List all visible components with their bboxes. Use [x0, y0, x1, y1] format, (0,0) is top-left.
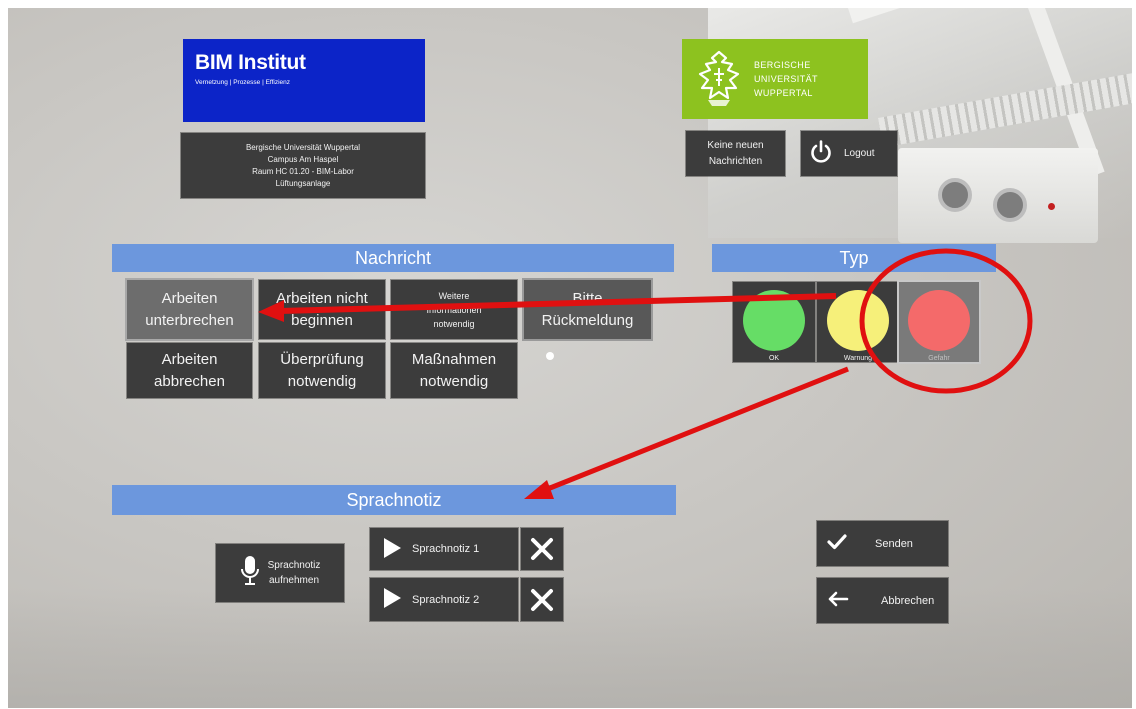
type-label: Gefahr: [928, 355, 950, 362]
voice-note-1-play-button[interactable]: Sprachnotiz 1: [370, 528, 518, 570]
cancel-button[interactable]: Abbrechen: [817, 578, 948, 623]
logout-button[interactable]: Logout: [801, 131, 897, 176]
university-name-line: BERGISCHE: [754, 60, 811, 70]
address-line: Raum HC 01.20 - BIM-Labor: [252, 166, 354, 176]
close-icon: [530, 588, 554, 612]
logout-label: Logout: [844, 148, 875, 159]
record-label: Sprachnotiz aufnehmen: [268, 558, 321, 588]
bim-institut-logo: BIM Institut Vernetzung | Prozesse | Eff…: [183, 39, 425, 122]
button-label: notwendig: [419, 372, 489, 390]
messages-label: Nachrichten: [708, 155, 763, 167]
status-circle-red: [908, 290, 970, 351]
message-button-massnahmen-notwendig[interactable]: Maßnahmen notwendig: [391, 343, 517, 398]
button-label: notwendig: [287, 372, 357, 390]
bim-subtitle: Vernetzung | Prozesse | Effizienz: [195, 79, 291, 86]
button-label: Überprüfung: [280, 350, 364, 368]
button-label: Informationen: [426, 304, 482, 315]
type-option-ok[interactable]: OK: [733, 282, 815, 362]
unit-opening: [938, 178, 972, 212]
arrow-left-icon: [827, 591, 877, 610]
university-name-line: UNIVERSITÄT: [754, 74, 818, 84]
send-label: Senden: [875, 537, 913, 550]
ventilation-unit: [898, 148, 1098, 243]
button-label: abbrechen: [154, 372, 225, 390]
unit-led: [1048, 203, 1055, 210]
button-label: Arbeiten: [161, 289, 218, 307]
play-icon: [382, 587, 412, 612]
message-button-arbeiten-unterbrechen[interactable]: Arbeiten unterbrechen: [127, 280, 252, 339]
message-button-arbeiten-abbrechen[interactable]: Arbeiten abbrechen: [127, 343, 252, 398]
close-icon: [530, 537, 554, 561]
record-label-line: aufnehmen: [268, 575, 320, 586]
sprachnotiz-header: Sprachnotiz: [112, 485, 676, 515]
record-voice-note-button[interactable]: Sprachnotiz aufnehmen: [216, 544, 344, 602]
messages-button[interactable]: Keine neuen Nachrichten: [686, 131, 785, 176]
delete-voice-note-1-button[interactable]: [521, 528, 563, 570]
send-button[interactable]: Senden: [817, 521, 948, 566]
type-label: OK: [768, 355, 780, 362]
voice-note-label: Sprachnotiz 1: [412, 543, 480, 555]
type-option-warnung[interactable]: Warnung: [817, 282, 899, 362]
play-icon: [382, 537, 412, 562]
university-logo: BERGISCHE UNIVERSITÄT WUPPERTAL: [682, 39, 868, 119]
delete-voice-note-2-button[interactable]: [521, 578, 563, 621]
button-label: beginnen: [291, 311, 353, 329]
record-label-line: Sprachnotiz: [267, 560, 321, 571]
address-line: Lüftungsanlage: [275, 178, 331, 188]
location-info: Bergische Universität Wuppertal Campus A…: [181, 133, 425, 198]
button-label: Arbeiten: [161, 350, 218, 368]
button-label: notwendig: [433, 318, 475, 329]
voice-note-label: Sprachnotiz 2: [412, 593, 480, 606]
microphone-icon: [240, 554, 268, 593]
message-button-ueberpruefung-notwendig[interactable]: Überprüfung notwendig: [259, 343, 385, 398]
university-emblem-icon: [694, 50, 744, 108]
type-label: Warnung: [843, 355, 873, 362]
button-label: Maßnahmen: [411, 350, 497, 368]
cancel-label: Abbrechen: [881, 594, 935, 607]
message-button-arbeiten-nicht-beginnen[interactable]: Arbeiten nicht beginnen: [259, 280, 385, 339]
university-name-line: WUPPERTAL: [754, 88, 813, 98]
message-button-weitere-informationen[interactable]: Weitere Informationen notwendig: [391, 280, 517, 339]
floor: [8, 588, 1132, 708]
button-label: Weitere: [438, 290, 470, 301]
voice-note-2-play-button[interactable]: Sprachnotiz 2: [370, 578, 518, 621]
button-label: unterbrechen: [145, 311, 234, 329]
university-name: BERGISCHE UNIVERSITÄT WUPPERTAL: [754, 58, 818, 100]
status-circle-green: [743, 290, 805, 351]
typ-header: Typ: [712, 244, 996, 272]
checkmark-icon: [827, 534, 875, 553]
button-label: Arbeiten nicht: [276, 289, 368, 307]
cursor-dot: [546, 352, 554, 360]
messages-label: Keine neuen: [707, 139, 764, 151]
bim-title: BIM Institut: [195, 51, 306, 74]
nachricht-header: Nachricht: [112, 244, 674, 272]
address-line: Campus Am Haspel: [267, 154, 339, 164]
power-icon: [810, 140, 844, 167]
message-button-bitte-rueckmeldung[interactable]: Bitte Rückmeldung: [524, 280, 651, 339]
status-circle-yellow: [827, 290, 889, 351]
unit-opening: [993, 188, 1027, 222]
button-label: Rückmeldung: [541, 311, 634, 329]
address-line: Bergische Universität Wuppertal: [245, 142, 361, 152]
type-option-gefahr[interactable]: Gefahr: [899, 282, 979, 362]
button-label: Bitte: [572, 289, 603, 307]
